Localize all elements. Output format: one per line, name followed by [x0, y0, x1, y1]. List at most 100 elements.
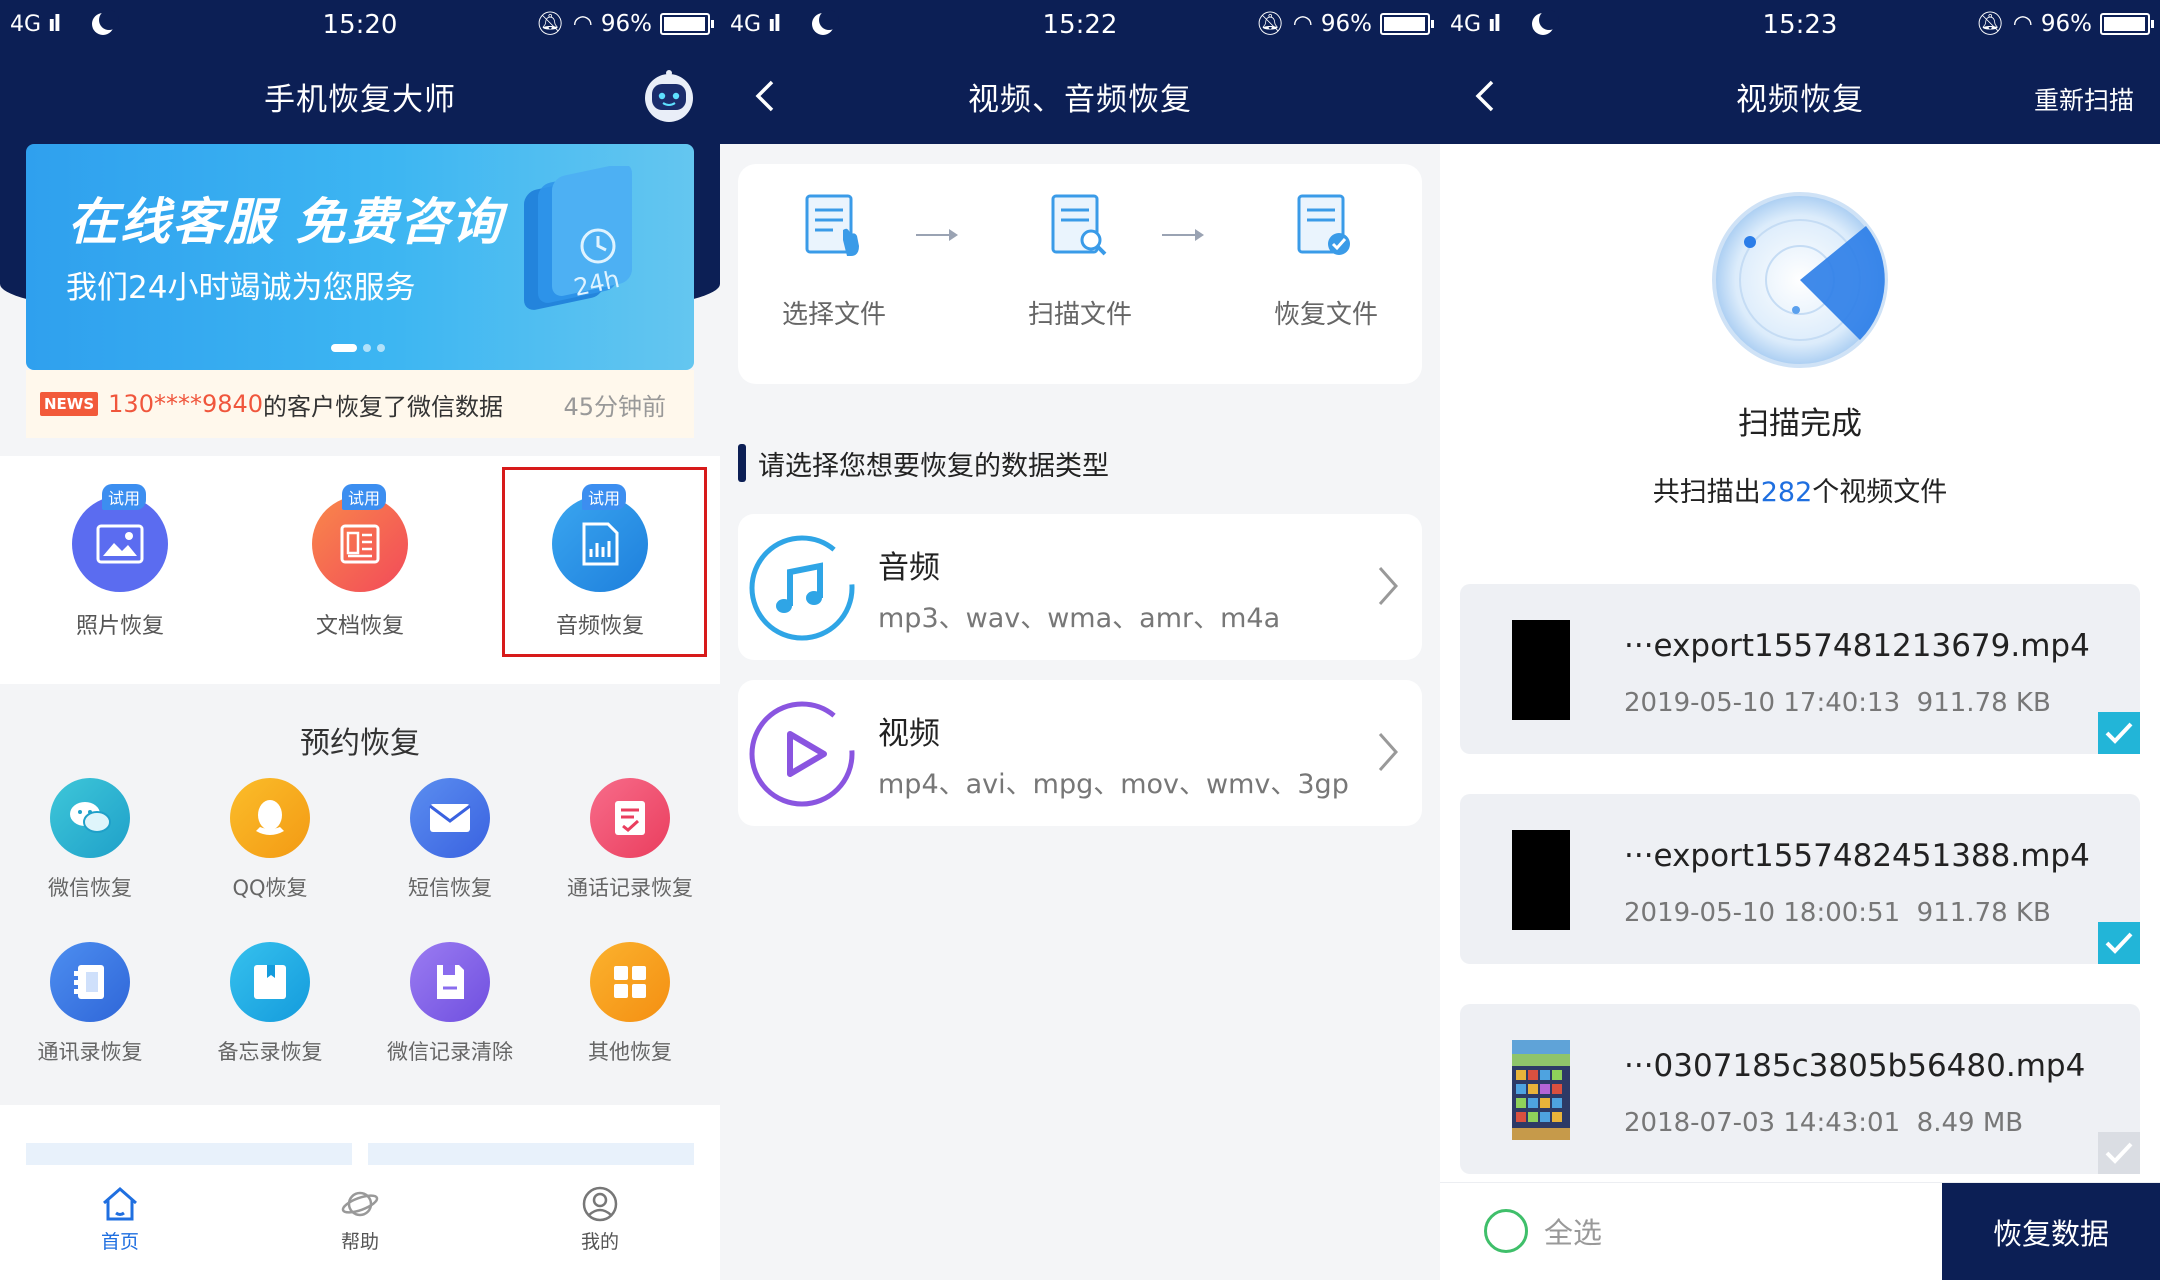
file-item[interactable]: ···0307185c3805b56480.mp4 2018-07-03 14:… [1460, 1004, 2140, 1174]
mute-icon: 🔕︎ [1255, 11, 1285, 37]
game-thumbnail [1512, 1040, 1570, 1140]
call-log-recovery-button[interactable]: 通话记录恢复 [540, 778, 720, 902]
status-bar: 4G ıl 15:20 🔕︎ ◠ 96% [0, 0, 720, 48]
qq-recovery-button[interactable]: QQ恢复 [180, 778, 360, 902]
play-icon [749, 701, 855, 807]
robot-assistant-icon[interactable] [640, 68, 698, 126]
audio-type-card[interactable]: 音频 mp3、wav、wma、amr、m4a [738, 514, 1422, 660]
battery-percent: 96% [2040, 10, 2092, 37]
type-extensions: mp4、avi、mpg、mov、wmv、3gp [878, 769, 1349, 800]
section-title: 预约恢复 [300, 726, 420, 761]
file-size: 911.78 KB [1916, 688, 2051, 718]
rescan-button[interactable]: 重新扫描 [2034, 81, 2134, 117]
scan-summary: 共扫描出282个视频文件 [1440, 470, 2160, 509]
wechat-clean-button[interactable]: 微信记录清除 [360, 942, 540, 1066]
recover-data-button[interactable]: 恢复数据 [1942, 1183, 2160, 1280]
media-navbar: 视频、音频恢复 [720, 48, 1440, 144]
banner-pager [331, 344, 385, 352]
file-name: ···0307185c3805b56480.mp4 [1624, 1048, 2086, 1084]
highlight-box [502, 467, 707, 657]
grid-label: QQ恢复 [232, 876, 308, 900]
checkmark-icon [2105, 932, 2133, 954]
home-navbar: 手机恢复大师 [0, 48, 720, 144]
photo-recovery-button[interactable]: 试用 照片恢复 [40, 484, 200, 640]
select-all-toggle[interactable]: 全选 [1484, 1209, 1602, 1253]
file-date: 2019-05-10 18:00:51 [1624, 898, 1901, 928]
file-count: 282 [1760, 477, 1813, 508]
reserve-section: 预约恢复 微信恢复 QQ恢复 短信恢复 通话记录恢复 通讯录恢复 备忘录恢复 微… [0, 690, 720, 1105]
step-scan: 扫描文件 [1000, 190, 1160, 331]
checkbox-checked[interactable] [2098, 922, 2140, 964]
contacts-icon [50, 942, 130, 1022]
tab-help[interactable]: 帮助 [300, 1185, 420, 1254]
video-type-card[interactable]: 视频 mp4、avi、mpg、mov、wmv、3gp [738, 680, 1422, 826]
wifi-icon: ◠ [572, 10, 593, 37]
battery-percent: 96% [1320, 10, 1372, 37]
contacts-recovery-button[interactable]: 通讯录恢复 [0, 942, 180, 1066]
home-icon [103, 1187, 137, 1221]
mute-icon: 🔕︎ [535, 11, 565, 37]
photo-icon: 试用 [72, 484, 168, 592]
grid-label: 通话记录恢复 [567, 876, 693, 900]
file-size: 911.78 KB [1916, 898, 2051, 928]
tab-home[interactable]: 首页 [60, 1185, 180, 1254]
other-recovery-button[interactable]: 其他恢复 [540, 942, 720, 1066]
video-thumbnail [1512, 830, 1570, 930]
step-select: 选择文件 [754, 190, 914, 331]
promo-banner[interactable]: 在线客服 免费咨询 我们24小时竭诚为您服务 24h [26, 144, 694, 370]
file-item[interactable]: ···export1557482451388.mp4 2019-05-10 18… [1460, 794, 2140, 964]
music-note-icon [749, 535, 855, 641]
recovery-steps: 选择文件 扫描文件 恢复文件 [738, 164, 1422, 384]
status-bar: 4G ıl 15:23 🔕︎ ◠ 96% [1440, 0, 2160, 48]
chevron-right-icon [1378, 567, 1399, 605]
memo-icon [230, 942, 310, 1022]
user-icon [582, 1186, 618, 1222]
status-bar: 4G ıl 15:22 🔕︎ ◠ 96% [720, 0, 1440, 48]
wechat-recovery-button[interactable]: 微信恢复 [0, 778, 180, 902]
call-log-icon [590, 778, 670, 858]
content-peek [368, 1143, 694, 1165]
file-meta: 2019-05-10 17:40:13 911.78 KB [1624, 688, 2051, 718]
news-message: 的客户恢复了微信数据 [263, 392, 504, 421]
action-bar: 全选 恢复数据 [1440, 1182, 2160, 1280]
video-thumbnail [1512, 620, 1570, 720]
file-meta: 2019-05-10 18:00:51 911.78 KB [1624, 898, 2051, 928]
step-arrow [1162, 229, 1204, 241]
summary-suffix: 个视频文件 [1812, 477, 1948, 508]
battery-percent: 96% [600, 10, 652, 37]
memo-recovery-button[interactable]: 备忘录恢复 [180, 942, 360, 1066]
page-title: 手机恢复大师 [264, 82, 456, 118]
envelope-icon [410, 778, 490, 858]
grid-label: 短信恢复 [408, 876, 492, 900]
radar-scan-icon [1712, 192, 1888, 368]
step-label: 恢复文件 [1273, 300, 1378, 330]
step-label: 选择文件 [781, 300, 886, 330]
battery-icon [2100, 12, 2154, 35]
file-item[interactable]: ···export1557481213679.mp4 2019-05-10 17… [1460, 584, 2140, 754]
document-icon: 试用 [312, 484, 408, 592]
document-recovery-button[interactable]: 试用 文档恢复 [280, 484, 440, 640]
select-all-label: 全选 [1544, 1216, 1603, 1250]
news-tag: NEWS [40, 392, 99, 416]
banner-subline: 我们24小时竭诚为您服务 [66, 270, 416, 306]
tab-mine[interactable]: 我的 [540, 1185, 660, 1254]
checkbox-unchecked[interactable] [2098, 1132, 2140, 1174]
grid-label: 微信记录清除 [387, 1040, 513, 1064]
home-screen: 4G ıl 15:20 🔕︎ ◠ 96% 手机恢复大师 在线客服 免费咨询 我们24… [0, 0, 720, 1280]
file-name: ···export1557481213679.mp4 [1624, 628, 2090, 664]
news-ticker[interactable]: NEWS 130****9840 的客户恢复了微信数据 45分钟前 [26, 370, 694, 438]
file-size: 8.49 MB [1916, 1108, 2024, 1138]
planet-icon [341, 1191, 379, 1217]
wifi-icon: ◠ [2012, 10, 2033, 37]
step-restore: 恢复文件 [1246, 190, 1406, 331]
restore-file-icon [1297, 194, 1350, 255]
content-peek [26, 1143, 352, 1165]
checkbox-checked[interactable] [2098, 712, 2140, 754]
step-label: 扫描文件 [1027, 300, 1132, 330]
grid-label: 通讯录恢复 [37, 1040, 143, 1064]
feature-label: 文档恢复 [315, 614, 404, 639]
sms-recovery-button[interactable]: 短信恢复 [360, 778, 540, 902]
grid-icon [590, 942, 670, 1022]
grid-label: 微信恢复 [48, 876, 132, 900]
wifi-icon: ◠ [1292, 10, 1313, 37]
